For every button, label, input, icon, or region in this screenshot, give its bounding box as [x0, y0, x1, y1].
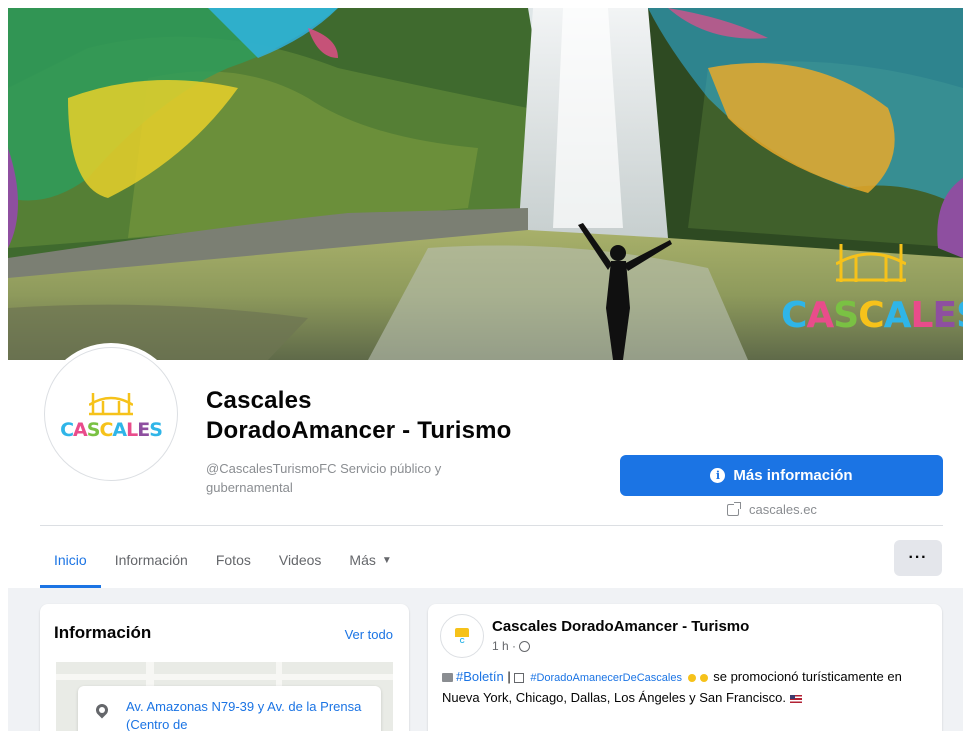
location-pin-icon [93, 701, 111, 719]
post-timestamp[interactable]: 1 h · [492, 639, 531, 653]
post-mention[interactable]: #DoradoAmanecerDeCascales [530, 672, 682, 684]
tab-fotos[interactable]: Fotos [202, 532, 265, 588]
tab-label: Fotos [215, 552, 251, 568]
page-title: Cascales DoradoAmancer - Turismo [206, 386, 512, 446]
cover-photo[interactable]: CASCALES [8, 8, 963, 360]
facebook-page: CASCALES CASCALES Cascales DoradoAmancer… [0, 0, 963, 731]
page-title-line1: Cascales [206, 387, 312, 414]
post-author-name[interactable]: Cascales DoradoAmancer - Turismo [492, 618, 749, 635]
tab-mas[interactable]: Más ▼ [335, 532, 405, 588]
page-tabs: Inicio Información Fotos Videos Más ▼ [40, 532, 406, 588]
tab-informacion[interactable]: Información [101, 532, 202, 588]
tab-label: Inicio [54, 552, 87, 568]
more-info-label: Más información [733, 467, 853, 484]
newspaper-icon [442, 673, 453, 683]
post-hashtag[interactable]: #Boletín [456, 669, 504, 684]
address-box: Av. Amazonas N79-39 y Av. de la Prensa (… [78, 686, 381, 731]
caret-down-icon: ▼ [381, 554, 392, 566]
cover-logo-word: CASCALES [781, 295, 963, 336]
globe-icon [519, 640, 531, 652]
info-icon: i [710, 468, 726, 483]
post-card: C Cascales DoradoAmancer - Turismo 1 h ·… [428, 604, 942, 731]
post-text: #Boletín | #DoradoAmanecerDeCascales se … [442, 667, 932, 707]
more-info-button[interactable]: i Más información [620, 455, 943, 496]
avatar-logo-word: CASCALES [60, 419, 163, 441]
tab-videos[interactable]: Videos [265, 532, 336, 588]
bridge-icon [89, 393, 133, 416]
info-card: Información Ver todo Av. Amazonas N79-39… [40, 604, 409, 731]
external-link-icon [727, 501, 741, 516]
post-avatar-logo: C [459, 637, 465, 645]
yellow-diamond-icon [699, 673, 708, 682]
page-subtitle: @CascalesTurismoFC Servicio público y gu… [206, 461, 442, 495]
tab-inicio[interactable]: Inicio [40, 532, 101, 588]
more-options-button[interactable]: ··· [894, 540, 942, 576]
tab-label: Videos [278, 552, 322, 568]
post-author-avatar[interactable]: C [440, 614, 484, 658]
header-divider [40, 525, 943, 526]
map-road [56, 674, 393, 680]
profile-avatar[interactable]: CASCALES [44, 347, 178, 481]
ballot-box-icon [513, 672, 524, 683]
post-separator: | [507, 669, 511, 684]
us-flag-icon [789, 694, 802, 703]
website-label: cascales.ec [749, 502, 817, 517]
tab-label: Más [349, 552, 376, 568]
info-card-title: Información [54, 623, 152, 642]
see-all-link[interactable]: Ver todo [345, 627, 393, 642]
tab-label: Información [114, 552, 188, 568]
website-link[interactable]: cascales.ec [727, 501, 817, 517]
page-title-line2: DoradoAmancer - Turismo [206, 417, 512, 444]
post-time-label: 1 h · [492, 639, 517, 653]
bridge-icon [836, 244, 906, 282]
yellow-heart-icon [687, 673, 696, 682]
cover-logo: CASCALES [781, 234, 963, 344]
address-link[interactable]: Av. Amazonas N79-39 y Av. de la Prensa (… [126, 698, 366, 731]
bridge-icon [455, 627, 469, 637]
